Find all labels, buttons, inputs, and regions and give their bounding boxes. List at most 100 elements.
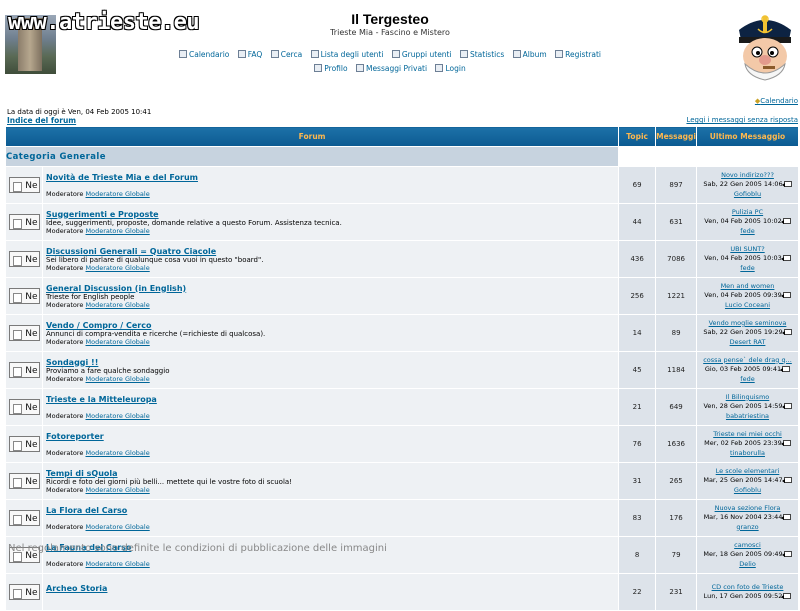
last-post-author-link[interactable]: Gofioblu [734, 190, 761, 198]
go-to-last-post-icon[interactable] [780, 292, 791, 299]
last-post-topic-link[interactable]: Le scole elementari [716, 467, 780, 475]
last-post-topic-link[interactable]: CD con foto de Trieste [712, 583, 784, 591]
moderator-link[interactable]: Moderatore Globale [86, 560, 150, 568]
go-to-last-post-icon[interactable] [781, 593, 792, 599]
go-to-last-post-icon[interactable] [781, 329, 792, 336]
last-post-topic-link[interactable]: Men and women [721, 282, 775, 290]
last-post-date: Mer, 18 Gen 2005 09:49 [703, 550, 783, 559]
nav-cerca[interactable]: Cerca [270, 50, 302, 59]
moderator-link[interactable]: Moderatore Globale [86, 264, 150, 272]
moderator-link[interactable]: Moderatore Globale [86, 412, 150, 420]
forum-title-link[interactable]: Trieste e la Mitteleuropa [46, 395, 157, 404]
nav-messaggi-privati[interactable]: Messaggi Privati [355, 64, 427, 73]
nav-album[interactable]: Album [512, 50, 547, 59]
moderator-link[interactable]: Moderatore Globale [86, 190, 150, 198]
topic-count: 14 [618, 314, 657, 352]
private-messages-icon [355, 64, 364, 72]
topic-count: 44 [618, 203, 657, 241]
last-post-topic-link[interactable]: Pulizia PC [732, 208, 763, 216]
post-count: 897 [655, 166, 697, 204]
forum-title-link[interactable]: Tempi di sQuola [46, 469, 118, 478]
moderator-link[interactable]: Moderatore Globale [86, 486, 150, 494]
last-post-topic-link[interactable]: Il Bilinguismo [726, 393, 770, 401]
go-to-last-post-icon[interactable] [780, 366, 791, 373]
forum-info-cell: Tempi di sQuola Ricordi e foto dei giorni… [41, 462, 620, 500]
last-post-author-link[interactable]: Desert RAT [730, 338, 766, 346]
nav-calendario[interactable]: Calendario [178, 50, 229, 59]
nav-registrati[interactable]: Registrati [555, 50, 601, 59]
last-post-topic-link[interactable]: camosci [734, 541, 761, 549]
forum-info-cell: La Flora del Carso Moderatore Moderatore … [41, 499, 620, 537]
moderator-link[interactable]: Moderatore Globale [86, 375, 150, 383]
folder-icon: Ne [8, 510, 40, 526]
folder-icon: Ne [8, 584, 40, 600]
last-post-cell: Novo indirizo??? Sab, 22 Gen 2005 14:06 Go… [696, 166, 799, 204]
forum-title-link[interactable]: La Flora del Carso [46, 506, 127, 515]
forum-title-link[interactable]: Discussioni Generali = Quatro Ciacole [46, 247, 216, 256]
last-post-topic-link[interactable]: cossa pense` dele drag q... [703, 356, 792, 364]
last-post-topic-link[interactable]: UBI SUNT? [730, 245, 764, 253]
forum-title-link[interactable]: Vendo / Compro / Cerco [46, 321, 151, 330]
moderator-link[interactable]: Moderatore Globale [86, 227, 150, 235]
forum-status-cell: Ne [5, 425, 43, 463]
last-post-topic-link[interactable]: Nuova sezione Flora [715, 504, 781, 512]
go-to-last-post-icon[interactable] [781, 551, 792, 558]
last-post-author-link[interactable]: babatriestina [726, 412, 769, 420]
nav-gruppi-utenti[interactable]: Gruppi utenti [391, 50, 452, 59]
forum-title-link[interactable]: Suggerimenti e Proposte [46, 210, 159, 219]
last-post-author-link[interactable]: granzo [736, 523, 758, 531]
profile-icon [314, 64, 323, 72]
last-post-date: Mar, 25 Gen 2005 14:47 [703, 476, 783, 485]
last-post-author-link[interactable]: fede [740, 227, 754, 235]
nav-login[interactable]: Login [435, 64, 466, 73]
go-to-last-post-icon[interactable] [780, 218, 791, 225]
forum-status-cell: Ne [5, 240, 43, 278]
forum-index-link[interactable]: Indice del forum [7, 116, 76, 125]
last-post-author-link[interactable]: tinaborulla [730, 449, 765, 457]
moderator-link[interactable]: Moderatore Globale [86, 449, 150, 457]
go-to-last-post-icon[interactable] [780, 255, 791, 262]
last-post-author-link[interactable]: fede [740, 264, 754, 272]
last-post-author-link[interactable]: Lucio Coceani [725, 301, 770, 309]
nav-profilo[interactable]: Profilo [314, 64, 348, 73]
go-to-last-post-icon[interactable] [780, 440, 791, 447]
last-post-author-link[interactable]: Delio [739, 560, 756, 568]
forum-status-cell: Ne [5, 462, 43, 500]
last-post-cell: CD con foto de Trieste Lun, 17 Gen 2005 0… [696, 573, 799, 611]
moderator-link[interactable]: Moderatore Globale [86, 301, 150, 309]
topic-count: 8 [618, 536, 657, 574]
forum-status-cell: Ne [5, 314, 43, 352]
moderator-link[interactable]: Moderatore Globale [86, 523, 150, 531]
go-to-last-post-icon[interactable] [781, 403, 792, 410]
forum-title-link[interactable]: Sondaggi !! [46, 358, 98, 367]
unanswered-posts-link[interactable]: Leggi i messaggi senza risposta [686, 116, 798, 124]
login-icon [435, 64, 444, 72]
nav-lista-utenti[interactable]: Lista degli utenti [310, 50, 383, 59]
last-post-date: Mar, 16 Nov 2004 23:44 [703, 513, 783, 522]
go-to-last-post-icon[interactable] [781, 477, 792, 484]
forum-moderators: Moderatore Moderatore Globale [46, 374, 150, 383]
forum-title-link[interactable]: Archeo Storia [46, 584, 107, 593]
last-post-topic-link[interactable]: Trieste nei miei occhi [713, 430, 782, 438]
nav-statistics[interactable]: Statistics [459, 50, 504, 59]
last-post-topic-link[interactable]: Novo indirizo??? [721, 171, 774, 179]
last-post-date: Ven, 04 Feb 2005 09:39 [704, 291, 782, 300]
category-name[interactable]: Categoria Generale [4, 146, 620, 167]
forum-title-link[interactable]: Novità de Trieste Mia e del Forum [46, 173, 198, 182]
post-count: 79 [655, 536, 697, 574]
last-post-topic-link[interactable]: Vendo moglie seminova [709, 319, 787, 327]
moderator-link[interactable]: Moderatore Globale [86, 338, 150, 346]
last-post-author-link[interactable]: fede [740, 375, 754, 383]
forum-info-cell: Discussioni Generali = Quatro Ciacole Sei… [41, 240, 620, 278]
forum-title-link[interactable]: General Discussion (in English) [46, 284, 186, 293]
category-spacer [618, 146, 799, 167]
go-to-last-post-icon[interactable] [781, 514, 792, 521]
last-post-author-link[interactable]: Gofioblu [734, 486, 761, 494]
forum-title-link[interactable]: Fotoreporter [46, 432, 104, 441]
forum-description [46, 441, 615, 449]
forum-info-cell: Vendo / Compro / Cerco Annunci di compra-… [41, 314, 620, 352]
calendar-link[interactable]: ◆Calendario [755, 97, 798, 105]
nav-faq[interactable]: FAQ [237, 50, 262, 59]
go-to-last-post-icon[interactable] [781, 181, 792, 188]
forum-row: Ne Trieste e la Mitteleuropa Moderatore Mo… [5, 388, 799, 426]
